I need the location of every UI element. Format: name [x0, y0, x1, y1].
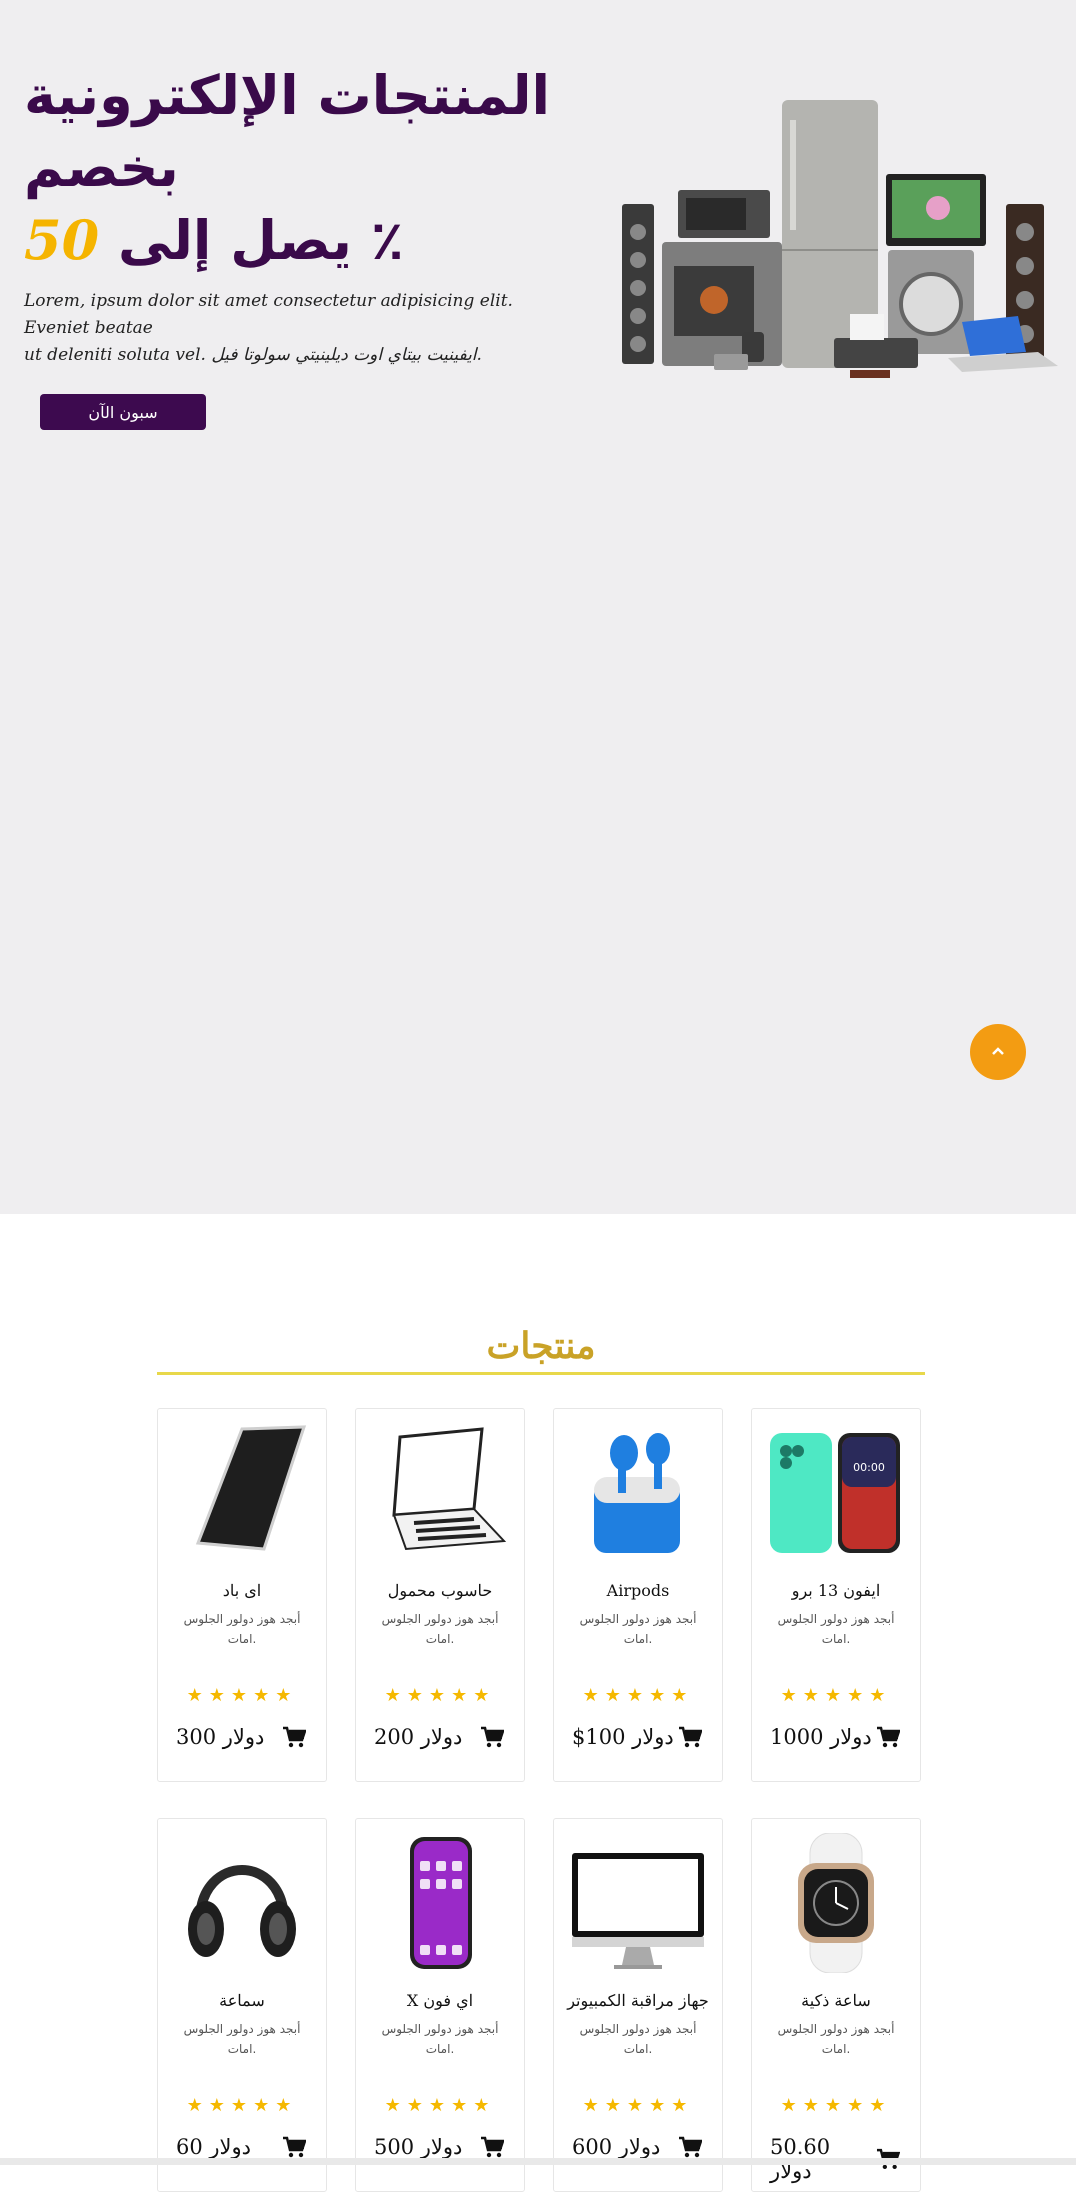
laptop-image	[392, 1427, 507, 1551]
rating-stars: ★★★★★	[780, 2095, 892, 2116]
product-price: $100 دولار	[572, 1725, 674, 1749]
scroll-to-top-button[interactable]	[970, 1024, 1026, 1080]
headphones-image	[188, 1865, 296, 1957]
product-name: جهاز مراقبة الكمبيوتر	[567, 1991, 709, 2010]
product-price: 1000 دولار	[770, 1725, 872, 1749]
horizontal-scrollbar[interactable]	[0, 2158, 1076, 2165]
svg-text:00:00: 00:00	[853, 1461, 885, 1474]
hero-description: Lorem, ipsum dolor sit amet consectetur …	[24, 288, 564, 369]
cart-icon[interactable]	[480, 2136, 504, 2158]
product-card[interactable]: سماعة أبجد هوز دولور الجلوس امات. ★★★★★ 60 …	[157, 1818, 327, 2192]
product-card[interactable]: Airpods أبجد هوز دولور الجلوس امات. ★★★★★ $…	[553, 1408, 723, 1782]
hero-title-percent: ٪	[370, 209, 404, 272]
home-appliances-image	[622, 100, 1058, 378]
product-description: أبجد هوز دولور الجلوس امات.	[777, 1612, 895, 1646]
cart-icon[interactable]	[876, 1726, 900, 1748]
product-card[interactable]: حاسوب محمول أبجد هوز دولور الجلوس امات. ★★…	[355, 1408, 525, 1782]
cart-icon[interactable]	[678, 1726, 702, 1748]
product-name: سماعة	[219, 1991, 265, 2010]
product-card[interactable]: 00:00 ايفون 13 برو أبجد هوز دولور الجلوس ا…	[751, 1408, 921, 1782]
products-section-title: منتجات	[486, 1325, 596, 1367]
product-description: أبجد هوز دولور الجلوس امات.	[183, 2022, 301, 2056]
hero-title-upto: يصل إلى	[117, 209, 352, 272]
product-price-row: 500 دولار	[374, 2135, 504, 2159]
cart-icon[interactable]	[282, 2136, 306, 2158]
product-price: 600 دولار	[572, 2135, 661, 2159]
hero-description-line-2: ut deleniti soluta vel. ايفينيت بيتاي او…	[24, 345, 482, 365]
product-name: ايفون 13 برو	[791, 1581, 881, 1600]
product-name: اى باد	[222, 1581, 262, 1600]
hero-title: المنتجات الإلكترونية بخصم ٪ يصل إلى 50	[24, 60, 584, 277]
product-price-row: 300 دولار	[176, 1725, 306, 1749]
product-name: ساعة ذكية	[801, 1991, 871, 2010]
product-price: 500 دولار	[374, 2135, 463, 2159]
product-price: 300 دولار	[176, 1725, 265, 1749]
cart-icon[interactable]	[282, 1726, 306, 1748]
rating-stars: ★★★★★	[582, 1685, 694, 1706]
product-name: حاسوب محمول	[387, 1581, 493, 1600]
product-description: أبجد هوز دولور الجلوس امات.	[381, 2022, 499, 2056]
product-name: X اي فون	[406, 1991, 474, 2010]
hero-title-line-1: المنتجات الإلكترونية	[24, 64, 550, 127]
airpods-image	[594, 1433, 680, 1553]
shop-now-button[interactable]: سبون الآن	[40, 394, 206, 430]
rating-stars: ★★★★★	[186, 1685, 298, 1706]
product-price-row: 600 دولار	[572, 2135, 702, 2159]
product-price-row: $100 دولار	[572, 1725, 702, 1749]
rating-stars: ★★★★★	[582, 2095, 694, 2116]
product-price-row: 1000 دولار	[770, 1725, 900, 1749]
rating-stars: ★★★★★	[384, 1685, 496, 1706]
cart-icon[interactable]	[678, 2136, 702, 2158]
hero-section: المنتجات الإلكترونية بخصم ٪ يصل إلى 50 L…	[0, 0, 1076, 1214]
product-price-row: 200 دولار	[374, 1725, 504, 1749]
product-name: Airpods	[606, 1581, 670, 1600]
product-description: أبجد هوز دولور الجلوس امات.	[579, 2022, 697, 2056]
ipad-image	[195, 1425, 307, 1551]
rating-stars: ★★★★★	[384, 2095, 496, 2116]
product-price: 200 دولار	[374, 1725, 463, 1749]
product-card[interactable]: ساعة ذكية أبجد هوز دولور الجلوس امات. ★★★★…	[751, 1818, 921, 2192]
monitor-image	[572, 1853, 704, 1969]
product-price-row: 60 دولار	[176, 2135, 306, 2159]
product-description: أبجد هوز دولور الجلوس امات.	[381, 1612, 499, 1646]
product-card[interactable]: اى باد أبجد هوز دولور الجلوس امات. ★★★★★ 30…	[157, 1408, 327, 1782]
chevron-up-icon	[992, 1047, 1004, 1055]
section-title-underline	[157, 1372, 925, 1375]
iphone-13-pro-image: 00:00	[770, 1433, 900, 1553]
rating-stars: ★★★★★	[780, 1685, 892, 1706]
smartwatch-image	[798, 1833, 874, 1973]
product-description: أبجد هوز دولور الجلوس امات.	[579, 1612, 697, 1646]
rating-stars: ★★★★★	[186, 2095, 298, 2116]
hero-title-line-2: بخصم	[24, 136, 179, 199]
iphone-x-image	[410, 1837, 472, 1969]
hero-description-line-1: Lorem, ipsum dolor sit amet consectetur …	[24, 291, 513, 338]
product-price: 60 دولار	[176, 2135, 252, 2159]
product-card[interactable]: جهاز مراقبة الكمبيوتر أبجد هوز دولور الجل…	[553, 1818, 723, 2192]
product-card[interactable]: X اي فون أبجد هوز دولور الجلوس امات. ★★★★★…	[355, 1818, 525, 2192]
hero-discount-number: 50	[24, 208, 100, 272]
cart-icon[interactable]	[480, 1726, 504, 1748]
product-description: أبجد هوز دولور الجلوس امات.	[183, 1612, 301, 1646]
hero-title-line-3: ٪ يصل إلى 50	[24, 204, 584, 277]
product-description: أبجد هوز دولور الجلوس امات.	[777, 2022, 895, 2056]
